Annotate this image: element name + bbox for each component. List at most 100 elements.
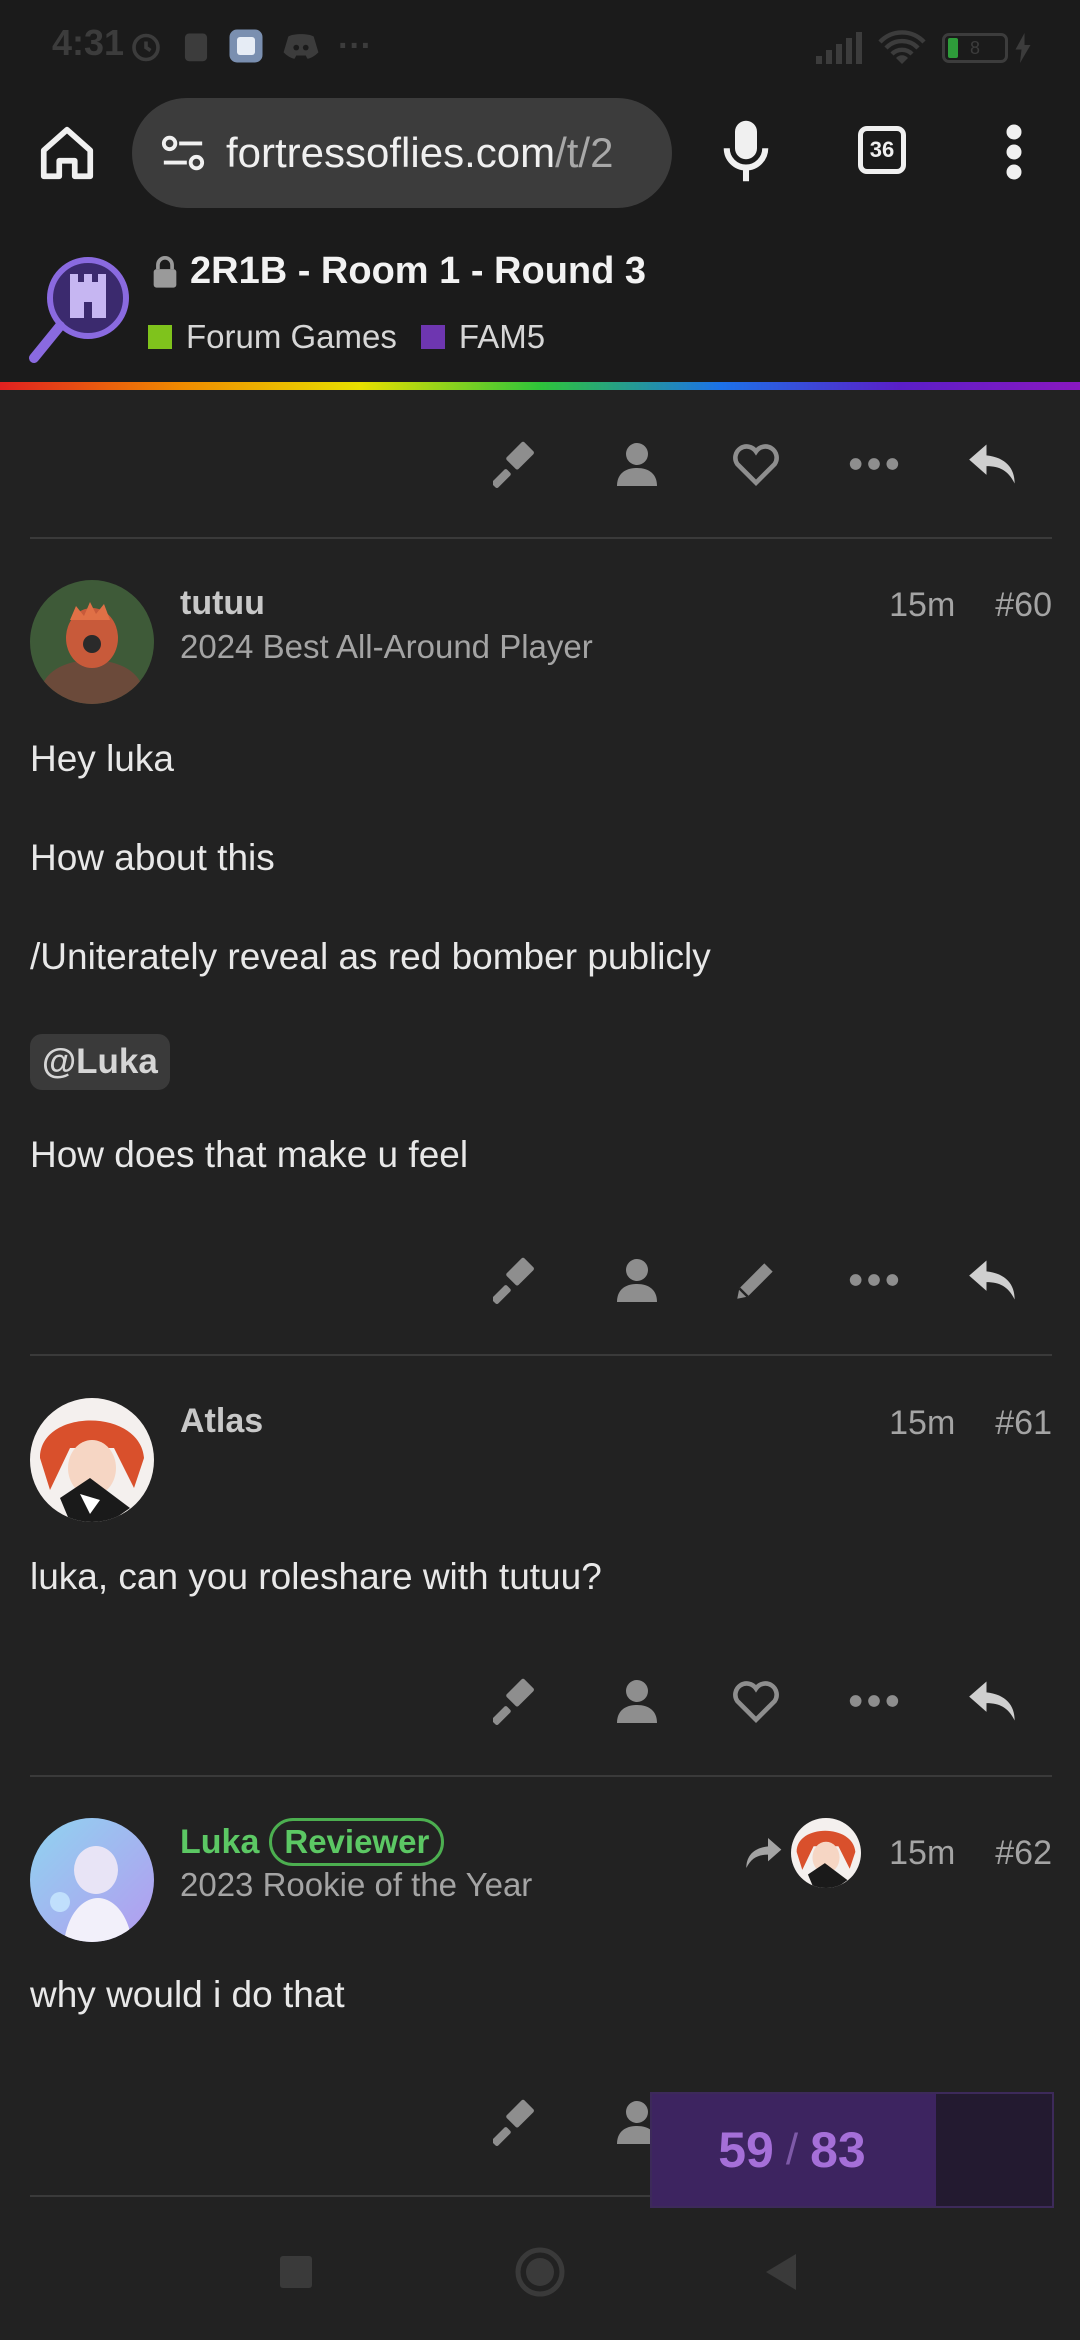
user-title: 2024 Best All-Around Player [180,628,593,665]
gavel-button[interactable] [478,1230,558,1330]
like-button[interactable] [716,1651,796,1751]
status-notification-icons: ··· [128,26,390,66]
home-icon[interactable] [36,122,98,184]
post-number[interactable]: #60 [995,586,1052,625]
battery-level: 8 [970,37,981,58]
post-paragraph: luka, can you roleshare with tutuu? [30,1556,602,1597]
reply-button[interactable] [953,1651,1033,1751]
gallery-app-icon [229,29,263,63]
reply-icon [969,444,1015,484]
pencil-icon [737,1263,773,1299]
post-paragraph: Hey luka [30,738,174,779]
post-actions [0,414,1080,514]
post-time[interactable]: 15m [889,586,955,625]
username[interactable]: Luka [180,1823,259,1862]
heart-icon [733,1681,779,1723]
topic-progress[interactable]: 59 / 83 [650,2092,1054,2208]
user-button[interactable] [597,414,677,514]
more-notifications-icon: ··· [338,26,372,65]
category-color-square [148,325,172,349]
progress-text: 59 / 83 [652,2094,932,2206]
reply-to-arrow-icon[interactable] [743,1836,783,1870]
progress-current: 59 [718,2122,774,2178]
reply-icon [969,1260,1015,1300]
reply-button[interactable] [953,414,1033,514]
url-path: /t/2 [555,129,614,176]
post-meta: 15m #61 [889,1404,1052,1443]
post-paragraph: How about this [30,837,275,878]
category-color-square [420,325,445,349]
gavel-button[interactable] [478,414,558,514]
post-paragraph: How does that make u feel [30,1134,469,1175]
back-nav-icon[interactable] [764,2252,798,2292]
more-button[interactable] [834,414,914,514]
charging-icon [1015,33,1031,63]
sim-icon [184,33,208,62]
avatar[interactable] [30,1818,154,1942]
user-mention[interactable]: @Luka [30,1034,170,1090]
reply-icon [969,1681,1015,1721]
like-button[interactable] [716,414,796,514]
avatar-image [30,1398,154,1522]
avatar[interactable] [30,580,154,704]
post-time[interactable]: 15m [889,1834,955,1873]
microphone-icon[interactable] [718,118,774,184]
status-bar: 4:31 ··· 8 [0,0,1080,92]
gavel-icon [493,1678,534,1726]
system-nav-bar [0,2208,1080,2340]
reviewer-badge[interactable]: Reviewer [269,1818,445,1866]
site-logo-icon[interactable] [28,254,132,364]
overflow-menu-icon[interactable] [1004,122,1024,182]
user-icon [617,1680,657,1723]
category-label: Forum Games [186,318,397,355]
category-fam5[interactable]: FAM5 [420,318,545,356]
gavel-button[interactable] [478,2072,558,2172]
recents-button[interactable] [280,2256,312,2288]
username[interactable]: tutuu [180,584,265,623]
post-actions [0,1230,1080,1330]
post-number[interactable]: #61 [995,1404,1052,1443]
lock-icon [153,255,177,288]
post-meta: 15m #62 [743,1818,1052,1888]
gavel-icon [493,441,534,489]
site-settings-icon[interactable] [160,133,206,173]
tab-switcher-button[interactable]: 36 [858,126,906,174]
edit-button[interactable] [716,1230,796,1330]
user-icon [617,443,657,486]
post-paragraph: why would i do that [30,1974,345,2015]
wifi-icon [878,30,926,64]
more-button[interactable] [834,1230,914,1330]
post-meta: 15m #60 [889,586,1052,625]
gavel-button[interactable] [478,1651,558,1751]
url-bar[interactable]: fortressoflies.com/t/2 [132,98,672,208]
reply-button[interactable] [953,1230,1033,1330]
home-nav-icon[interactable] [514,2246,566,2298]
user-button[interactable] [597,1230,677,1330]
progress-separator: / [785,2125,799,2174]
status-system-icons: 8 [814,30,1032,66]
post-divider [30,537,1052,539]
avatar[interactable] [30,1398,154,1522]
reply-to-avatar[interactable] [791,1818,862,1888]
heart-icon [733,444,779,486]
status-time: 4:31 [52,22,125,63]
user-title: 2023 Rookie of the Year [180,1866,533,1903]
progress-total: 83 [810,2122,866,2178]
category-forum-games[interactable]: Forum Games [148,318,397,356]
header-rainbow-stripe [0,382,1080,390]
username[interactable]: Atlas [180,1402,263,1441]
post-time[interactable]: 15m [889,1404,955,1443]
avatar-image [30,1818,154,1942]
topic-categories: Forum Games FAM5 [148,318,569,356]
user-icon [617,1259,657,1302]
more-icon [849,458,899,470]
post-paragraph: /Uniterately reveal as red bomber public… [30,936,711,977]
more-button[interactable] [834,1651,914,1751]
topic-title[interactable]: 2R1B - Room 1 - Round 3 [150,250,646,293]
reply-to-avatar-image [791,1818,862,1888]
avatar-image [30,580,154,704]
post-number[interactable]: #62 [995,1834,1052,1873]
gavel-icon [493,1257,534,1305]
user-button[interactable] [597,1651,677,1751]
gavel-icon [493,2099,534,2147]
